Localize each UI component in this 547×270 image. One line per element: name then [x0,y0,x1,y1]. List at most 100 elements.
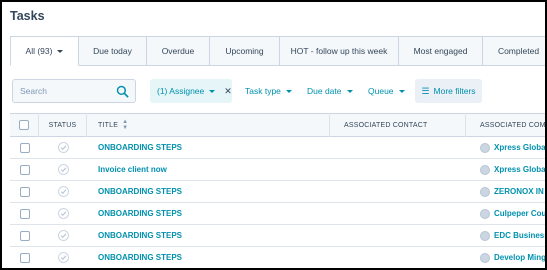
row-checkbox[interactable] [19,208,30,219]
row-checkbox[interactable] [19,252,30,263]
task-title-link[interactable]: ONBOARDING STEPS [87,225,330,247]
company-column-header[interactable]: ASSOCIATED COMPA [466,113,545,137]
table-row[interactable]: ONBOARDING STEPS EDC Business [10,225,545,247]
search-icon[interactable] [116,85,129,98]
associated-contact-cell [330,181,466,203]
company-icon [480,164,490,175]
complete-task-icon[interactable] [57,164,69,175]
associated-contact-cell [330,137,466,159]
filter-bar: Search (1) Assignee ✕ Task type Due date… [10,79,545,103]
complete-task-icon[interactable] [57,252,69,263]
status-column-header[interactable]: STATUS [39,113,87,137]
task-title-link[interactable]: ONBOARDING STEPS [87,203,330,225]
associated-contact-cell [330,203,466,225]
company-icon [480,208,490,219]
associated-company-link[interactable]: Xpress Global [466,159,545,181]
row-checkbox[interactable] [19,230,30,241]
row-select-cell [10,247,39,269]
status-cell [39,247,87,269]
status-cell [39,181,87,203]
associated-company-link[interactable]: ZERONOX IN [466,181,545,203]
sort-icon[interactable]: ▲ ▼ [122,119,128,131]
complete-task-icon[interactable] [57,208,69,219]
assignee-filter-label: (1) Assignee [157,86,205,96]
tab-label: Most engaged [413,46,468,56]
tab-upcoming[interactable]: Upcoming [210,36,280,66]
title-header-label: TITLE [98,121,119,129]
chevron-down-icon [398,89,405,93]
row-checkbox[interactable] [19,142,30,153]
queue-filter-button[interactable]: Queue [368,79,405,103]
associated-company-link[interactable]: Culpeper Cou [466,203,545,225]
chevron-down-icon [346,89,353,93]
task-title-link[interactable]: ONBOARDING STEPS [87,181,330,203]
associated-contact-cell [330,159,466,181]
due-date-label: Due date [307,86,342,96]
task-type-filter-button[interactable]: Task type [245,79,292,103]
tab-completed[interactable]: Completed [483,36,545,66]
table-row[interactable]: ONBOARDING STEPS Xpress Global [10,137,545,159]
row-checkbox[interactable] [19,164,30,175]
tab-due-today[interactable]: Due today [79,36,147,66]
row-select-cell [10,181,39,203]
complete-task-icon[interactable] [57,142,69,153]
search-input[interactable]: Search [12,79,136,103]
table-row[interactable]: ONBOARDING STEPS Culpeper Cou [10,203,545,225]
complete-task-icon[interactable] [57,186,69,197]
due-date-filter-button[interactable]: Due date [307,79,353,103]
more-filters-button[interactable]: ☰ More filters [415,79,482,103]
company-name: EDC Business [494,231,545,240]
tasks-window: Tasks All (93) Due today Overdue Upcomin… [2,2,545,268]
row-select-cell [10,159,39,181]
task-title-link[interactable]: Invoice client now [87,159,330,181]
associated-company-link[interactable]: Develop Ming [466,247,545,269]
row-checkbox[interactable] [19,186,30,197]
chevron-down-icon [209,89,216,93]
table-row[interactable]: Invoice client now Xpress Global [10,159,545,181]
company-icon [480,186,490,197]
task-title-link[interactable]: ONBOARDING STEPS [87,137,330,159]
status-cell [39,159,87,181]
tab-most-engaged[interactable]: Most engaged [399,36,483,66]
associated-contact-cell [330,247,466,269]
search-placeholder: Search [20,86,47,96]
select-all-checkbox[interactable] [19,120,29,130]
status-cell [39,137,87,159]
tab-all-label: All (93) [25,46,53,56]
row-select-cell [10,137,39,159]
task-title-link[interactable]: ONBOARDING STEPS [87,247,330,269]
tab-label: Completed [497,46,540,56]
status-cell [39,203,87,225]
complete-task-icon[interactable] [57,230,69,241]
tab-label: Due today [93,46,132,56]
associated-company-link[interactable]: Xpress Global [466,137,545,159]
company-name: Xpress Global [494,143,545,152]
associated-contact-cell [330,225,466,247]
company-name: Culpeper Cou [494,209,545,218]
status-cell [39,225,87,247]
company-icon [480,142,490,153]
tab-hot-follow-up[interactable]: HOT - follow up this week [280,36,399,66]
associated-company-link[interactable]: EDC Business [466,225,545,247]
close-icon[interactable]: ✕ [224,86,232,97]
task-type-label: Task type [245,86,281,96]
tab-overdue[interactable]: Overdue [147,36,210,66]
company-name: Xpress Global [494,165,545,174]
tasks-table: STATUS TITLE ▲ ▼ ASSOCIATED CONTACT ASSOC… [10,113,545,268]
assignee-filter-button[interactable]: (1) Assignee ✕ [150,79,232,103]
table-body: ONBOARDING STEPS Xpress Global Invoice cli… [10,137,545,268]
row-select-cell [10,203,39,225]
row-select-cell [10,225,39,247]
contact-column-header[interactable]: ASSOCIATED CONTACT [330,113,466,137]
page-title: Tasks [10,9,45,23]
company-name: Develop Ming [494,253,545,262]
table-row[interactable]: ONBOARDING STEPS Develop Ming [10,247,545,268]
title-column-header[interactable]: TITLE ▲ ▼ [87,113,330,137]
table-row[interactable]: ONBOARDING STEPS ZERONOX IN [10,181,545,203]
tab-all[interactable]: All (93) [10,36,79,66]
more-filters-label: More filters [433,86,476,96]
company-icon [480,252,490,263]
table-header: STATUS TITLE ▲ ▼ ASSOCIATED CONTACT ASSOC… [10,113,545,137]
filter-icon: ☰ [421,85,430,96]
select-all-cell [10,113,39,137]
